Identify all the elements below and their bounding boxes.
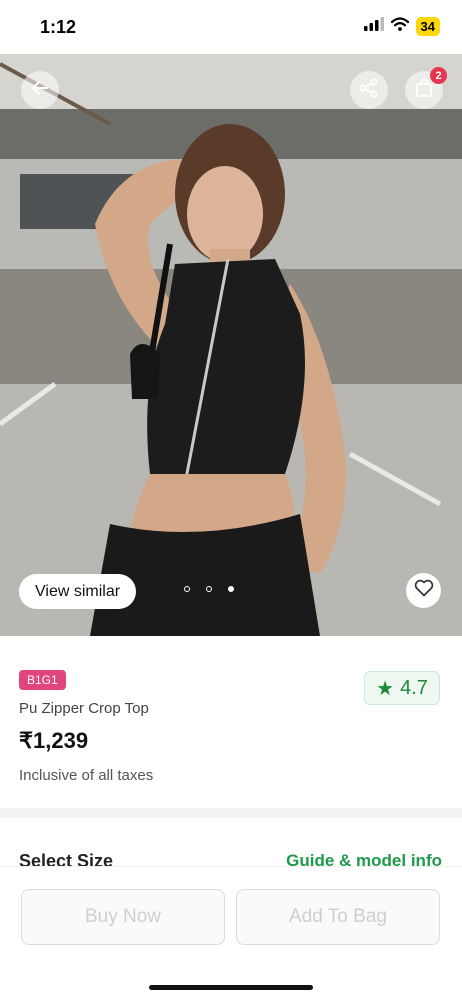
carousel-dot[interactable] — [206, 586, 212, 592]
share-button[interactable] — [350, 71, 388, 109]
section-divider — [0, 808, 462, 818]
cart-count-badge: 2 — [430, 67, 447, 84]
rating-value: 4.7 — [400, 676, 428, 699]
status-icons: 34 — [363, 17, 440, 36]
signal-icon — [363, 17, 384, 36]
product-image-carousel[interactable]: 2 View similar — [0, 54, 462, 636]
wishlist-button[interactable] — [406, 573, 441, 608]
product-price: ₹1,239 — [19, 728, 89, 753]
select-size-heading: Select Size — [19, 851, 114, 866]
add-to-bag-button[interactable]: Add To Bag — [236, 889, 440, 945]
home-indicator — [149, 985, 313, 990]
status-time: 1:12 — [40, 17, 77, 37]
battery-icon: 34 — [415, 17, 440, 36]
wifi-icon — [390, 17, 409, 36]
size-guide-link[interactable]: Guide & model info — [286, 851, 442, 866]
carousel-dot-active[interactable] — [228, 586, 234, 592]
back-button[interactable] — [21, 71, 59, 109]
heart-icon — [414, 579, 434, 602]
star-icon: ★ — [376, 677, 395, 700]
rating-badge[interactable]: ★ 4.7 — [364, 671, 440, 705]
carousel-dot[interactable] — [184, 586, 190, 592]
shopping-bag-icon — [414, 78, 434, 103]
share-icon — [359, 78, 379, 103]
offer-badge: B1G1 — [19, 670, 66, 690]
product-name: Pu Zipper Crop Top — [19, 700, 149, 717]
bottom-action-bar: Buy Now Add To Bag — [0, 866, 462, 1001]
carousel-dots — [184, 586, 234, 592]
size-section: Select Size Guide & model info — [0, 818, 462, 866]
back-arrow-icon — [31, 79, 49, 102]
buy-now-button[interactable]: Buy Now — [21, 889, 225, 945]
product-details: B1G1 Pu Zipper Crop Top ₹1,239 Inclusive… — [0, 636, 462, 808]
status-bar: 1:12 34 — [0, 0, 462, 54]
product-photo — [0, 54, 462, 636]
view-similar-button[interactable]: View similar — [19, 574, 137, 609]
tax-note: Inclusive of all taxes — [19, 767, 154, 784]
cart-button[interactable]: 2 — [405, 67, 447, 109]
